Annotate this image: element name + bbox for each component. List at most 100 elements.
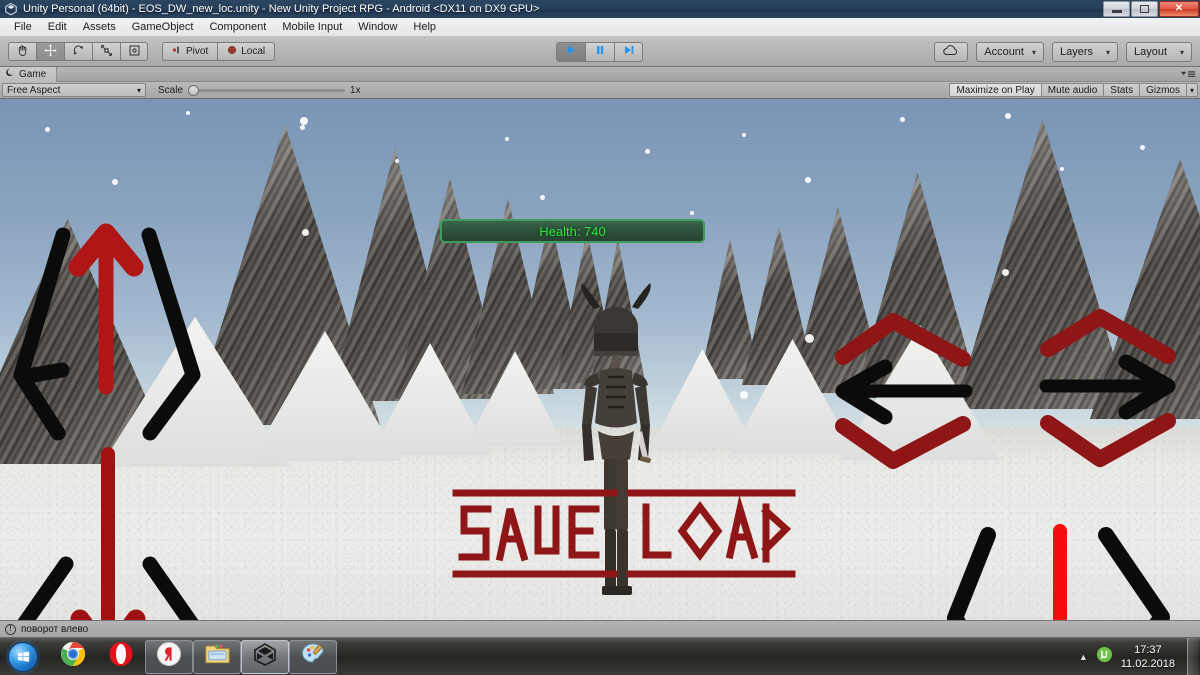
taskbar-items bbox=[49, 639, 337, 674]
snow-particle bbox=[45, 127, 50, 132]
snow-particle bbox=[1005, 113, 1011, 119]
snow-particle bbox=[1060, 167, 1064, 171]
play-controls bbox=[556, 42, 643, 62]
unity-icon bbox=[252, 641, 278, 672]
stats-toggle[interactable]: Stats bbox=[1103, 83, 1140, 97]
unity-toolbar: Pivot Local Account ▾ Layers ▾ Layout ▾ bbox=[0, 37, 1200, 67]
layers-dropdown[interactable]: Layers ▾ bbox=[1052, 42, 1118, 62]
step-button[interactable] bbox=[614, 42, 643, 62]
transform-tools-group bbox=[8, 42, 148, 61]
opera-icon bbox=[108, 641, 134, 672]
snow-particle bbox=[300, 117, 308, 125]
show-hidden-icons-button[interactable]: ▲ bbox=[1079, 652, 1088, 662]
snow-particle bbox=[112, 179, 118, 185]
tab-options[interactable] bbox=[1180, 69, 1196, 78]
snow-particle bbox=[395, 159, 399, 163]
menu-component[interactable]: Component bbox=[201, 18, 274, 36]
pivot-group: Pivot Local bbox=[162, 42, 276, 61]
maximize-on-play-toggle[interactable]: Maximize on Play bbox=[949, 83, 1041, 97]
scale-control: Scale 1x bbox=[158, 84, 361, 96]
taskbar-opera[interactable] bbox=[97, 640, 145, 674]
move-tool-button[interactable] bbox=[36, 42, 64, 61]
gizmos-toggle[interactable]: Gizmos bbox=[1139, 83, 1186, 97]
snow-particle bbox=[645, 149, 650, 154]
windows-taskbar: ▲ 17:37 11.02.2018 bbox=[0, 637, 1200, 675]
warning-icon: ! bbox=[5, 623, 16, 635]
paint-icon bbox=[300, 641, 326, 672]
show-desktop-button[interactable] bbox=[1187, 638, 1198, 675]
window-title: Unity Personal (64bit) - EOS_DW_new_loc.… bbox=[23, 3, 540, 15]
account-label: Account bbox=[984, 46, 1024, 58]
rotate-tool-button[interactable] bbox=[64, 42, 92, 61]
player-character-skeleton bbox=[556, 281, 676, 611]
taskbar-yandex[interactable] bbox=[145, 639, 193, 674]
tab-game[interactable]: Game bbox=[0, 66, 58, 82]
play-icon bbox=[565, 43, 577, 61]
scale-icon bbox=[100, 44, 113, 60]
snow-particle bbox=[805, 177, 811, 183]
menu-file[interactable]: File bbox=[6, 18, 40, 36]
minimize-button[interactable] bbox=[1103, 1, 1130, 17]
taskbar-explorer[interactable] bbox=[193, 639, 241, 674]
chevron-down-icon: ▾ bbox=[1105, 47, 1110, 57]
menu-edit[interactable]: Edit bbox=[40, 18, 75, 36]
system-tray: ▲ 17:37 11.02.2018 bbox=[1079, 638, 1200, 675]
rect-transform-tool-button[interactable] bbox=[120, 42, 148, 61]
utorrent-icon[interactable] bbox=[1096, 646, 1113, 668]
chevron-down-icon: ▾ bbox=[136, 85, 141, 95]
status-message: поворот влево bbox=[21, 623, 89, 635]
collab-cloud-button[interactable] bbox=[934, 42, 969, 62]
taskbar-unity[interactable] bbox=[241, 639, 289, 674]
unity-icon bbox=[4, 2, 18, 16]
snow-particle bbox=[805, 334, 814, 343]
game-viewport[interactable]: Health: 740 bbox=[0, 99, 1200, 620]
cloud-icon bbox=[942, 43, 960, 61]
restore-button[interactable] bbox=[1131, 1, 1158, 17]
game-view-controlbar: Free Aspect ▾ Scale 1x Maximize on Play … bbox=[0, 82, 1200, 99]
file-explorer-icon bbox=[204, 642, 231, 671]
health-bar: Health: 740 bbox=[440, 219, 705, 243]
scale-slider[interactable] bbox=[188, 84, 346, 96]
hand-tool-button[interactable] bbox=[8, 42, 36, 61]
taskbar-chrome[interactable] bbox=[49, 640, 97, 674]
chevron-down-icon: ▾ bbox=[1179, 47, 1184, 57]
unity-statusbar[interactable]: ! поворот влево bbox=[0, 620, 1200, 637]
aspect-ratio-value: Free Aspect bbox=[7, 84, 61, 96]
game-view-toggles: Maximize on Play Mute audio Stats Gizmos… bbox=[949, 83, 1198, 97]
snow-particle bbox=[1002, 269, 1009, 276]
snow-particle bbox=[302, 229, 309, 236]
start-button[interactable] bbox=[3, 639, 43, 675]
game-tabstrip: Game bbox=[0, 66, 1200, 82]
clock-date: 11.02.2018 bbox=[1120, 658, 1175, 670]
snow-particle bbox=[540, 195, 545, 200]
pause-icon bbox=[594, 43, 606, 61]
play-button[interactable] bbox=[556, 42, 585, 62]
menu-gameobject[interactable]: GameObject bbox=[124, 18, 202, 36]
unity-editor-window: Unity Personal (64bit) - EOS_DW_new_loc.… bbox=[0, 0, 1200, 675]
gizmos-dropdown[interactable]: ▾ bbox=[1185, 83, 1198, 97]
yandex-browser-icon bbox=[156, 641, 182, 672]
aspect-ratio-dropdown[interactable]: Free Aspect ▾ bbox=[2, 83, 146, 97]
menu-help[interactable]: Help bbox=[405, 18, 444, 36]
taskbar-paint[interactable] bbox=[289, 639, 337, 674]
pivot-button[interactable]: Pivot bbox=[162, 42, 218, 61]
snow-particle bbox=[740, 391, 748, 399]
scale-label: Scale bbox=[158, 84, 184, 96]
close-button[interactable]: ✕ bbox=[1159, 1, 1199, 17]
layout-label: Layout bbox=[1134, 46, 1168, 58]
local-label: Local bbox=[241, 46, 266, 57]
local-button[interactable]: Local bbox=[217, 42, 276, 61]
snow-particle bbox=[690, 211, 694, 215]
menu-mobile-input[interactable]: Mobile Input bbox=[274, 18, 350, 36]
scale-slider-knob[interactable] bbox=[188, 84, 200, 96]
pause-button[interactable] bbox=[585, 42, 614, 62]
taskbar-clock[interactable]: 17:37 11.02.2018 bbox=[1121, 643, 1175, 671]
menu-window[interactable]: Window bbox=[350, 18, 405, 36]
layout-dropdown[interactable]: Layout ▾ bbox=[1126, 42, 1192, 62]
chrome-icon bbox=[60, 641, 86, 672]
rect-transform-icon bbox=[128, 44, 141, 60]
account-dropdown[interactable]: Account ▾ bbox=[976, 42, 1044, 62]
mute-audio-toggle[interactable]: Mute audio bbox=[1040, 83, 1104, 97]
menu-assets[interactable]: Assets bbox=[75, 18, 124, 36]
scale-tool-button[interactable] bbox=[92, 42, 120, 61]
